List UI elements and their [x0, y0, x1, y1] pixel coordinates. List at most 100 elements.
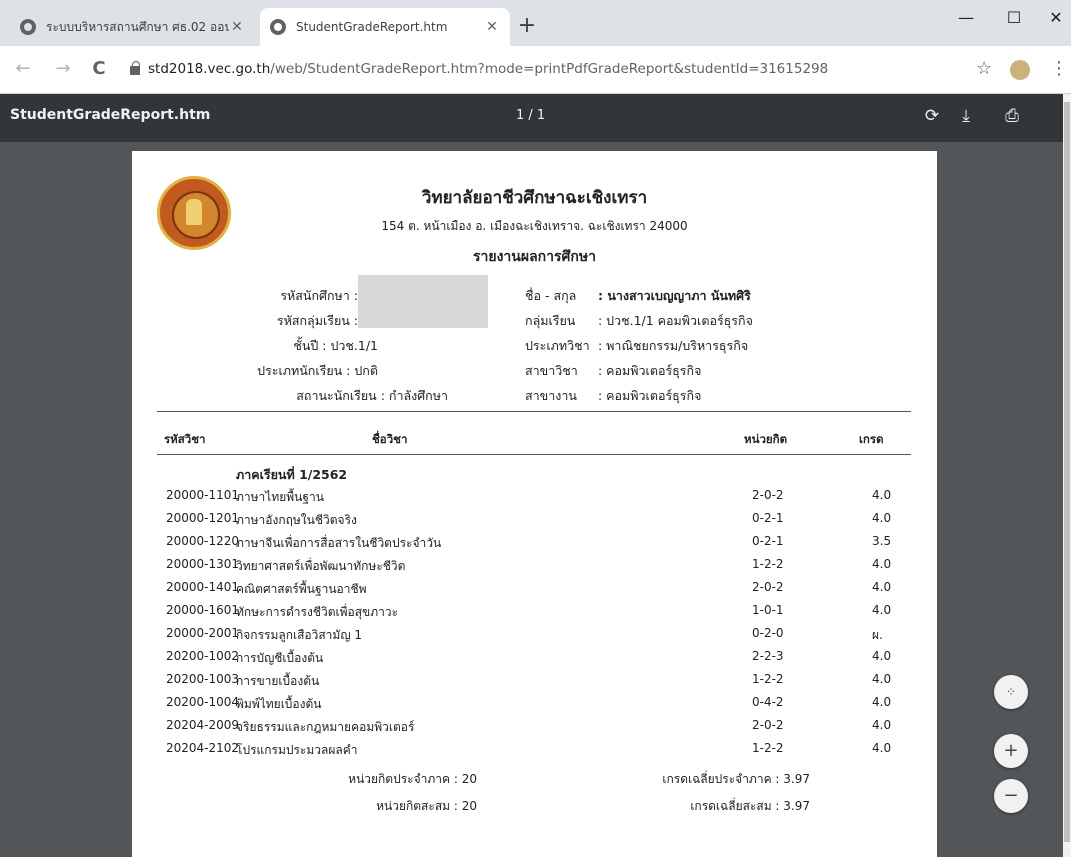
- tab-strip: ระบบบริหารสถานศึกษา ศธ.02 ออนไลน์ ✕ Stud…: [0, 0, 1071, 46]
- table-header-rule: [157, 454, 911, 455]
- fit-to-page-button[interactable]: ⁘: [994, 675, 1028, 709]
- course-grade: ผ.: [872, 628, 883, 642]
- course-name: วิทยาศาสตร์เพื่อพัฒนาทักษะชีวิต: [236, 559, 406, 573]
- table-row: 20000-1301 วิทยาศาสตร์เพื่อพัฒนาทักษะชีวิ…: [132, 557, 937, 578]
- extension-icon[interactable]: [1010, 60, 1030, 80]
- close-tab-icon[interactable]: ✕: [484, 19, 500, 35]
- course-credit: 2-0-2: [752, 488, 784, 502]
- course-name: ภาษาอังกฤษในชีวิตจริง: [236, 513, 357, 527]
- tab-title: ระบบบริหารสถานศึกษา ศธ.02 ออนไลน์: [46, 19, 229, 34]
- specialty-value: : คอมพิวเตอร์ธุรกิจ: [598, 388, 702, 403]
- college-name: วิทยาลัยอาชีวศึกษาฉะเชิงเทรา: [421, 188, 648, 208]
- pdf-toolbar: StudentGradeReport.htm 1 / 1 ⟳ ⤓ ⎙: [0, 94, 1063, 142]
- tab-grade-report[interactable]: StudentGradeReport.htm ✕: [260, 8, 510, 46]
- close-window-button[interactable]: ✕: [1036, 8, 1071, 27]
- url-path: /web/StudentGradeReport.htm?mode=printPd…: [270, 61, 829, 77]
- course-code: 20000-1601: [166, 603, 240, 617]
- new-tab-button[interactable]: +: [515, 14, 539, 38]
- table-row: 20000-1101 ภาษาไทยพื้นฐาน 2-0-2 4.0: [132, 488, 937, 509]
- header-code: รหัสวิชา: [164, 432, 206, 446]
- table-row: 20000-2001 กิจกรรมลูกเสือวิสามัญ 1 0-2-0 ผ.: [132, 626, 937, 647]
- level-label: ชั้นปี : ปวช.1/1: [293, 338, 378, 353]
- back-button[interactable]: ←: [12, 58, 34, 80]
- tab-title: StudentGradeReport.htm: [296, 20, 448, 34]
- table-row: 20204-2102 โปรแกรมประมวลผลคำ 1-2-2 4.0: [132, 741, 937, 762]
- table-top-rule: [157, 411, 911, 412]
- course-name: ภาษาไทยพื้นฐาน: [236, 490, 324, 504]
- table-row: 20000-1601 ทักษะการดำรงชีวิตเพื่อสุขภาวะ 1…: [132, 603, 937, 624]
- course-code: 20200-1002: [166, 649, 240, 663]
- course-credit: 1-0-1: [752, 603, 784, 617]
- table-row: 20200-1003 การขายเบื้องต้น 1-2-2 4.0: [132, 672, 937, 693]
- report-title: รายงานผลการศึกษา: [473, 249, 596, 265]
- course-grade: 4.0: [872, 488, 892, 502]
- table-row: 20200-1002 การบัญชีเบื้องต้น 2-2-3 4.0: [132, 649, 937, 670]
- course-credit: 2-0-2: [752, 580, 784, 594]
- course-name: การขายเบื้องต้น: [236, 674, 320, 688]
- scrollbar[interactable]: [1063, 94, 1071, 857]
- table-row: 20204-2009 จริยธรรมและกฎหมายคอมพิวเตอร์ 2-…: [132, 718, 937, 739]
- specialty-label: สาขางาน: [525, 388, 577, 403]
- course-code: 20200-1003: [166, 672, 240, 686]
- lock-icon[interactable]: [130, 61, 140, 75]
- course-credit: 2-0-2: [752, 718, 784, 732]
- student-id-label: รหัสนักศึกษา :: [280, 288, 358, 303]
- course-grade: 4.0: [872, 557, 892, 571]
- header-credit: หน่วยกิต: [744, 432, 788, 446]
- course-grade: 4.0: [872, 603, 892, 617]
- address-bar[interactable]: std2018.vec.go.th/web/StudentGradeReport…: [148, 61, 828, 77]
- close-tab-icon[interactable]: ✕: [229, 19, 245, 35]
- print-icon[interactable]: ⎙: [1000, 106, 1024, 126]
- semester-heading: ภาคเรียนที่ 1/2562: [236, 467, 348, 482]
- field-type-value: : พาณิชยกรรม/บริหารธุรกิจ: [598, 338, 749, 353]
- course-name: จริยธรรมและกฎหมายคอมพิวเตอร์: [236, 720, 415, 734]
- tab-school-system[interactable]: ระบบบริหารสถานศึกษา ศธ.02 ออนไลน์ ✕: [10, 8, 255, 46]
- pdf-title: StudentGradeReport.htm: [10, 107, 211, 123]
- cumulative-credits: หน่วยกิตสะสม : 20: [376, 799, 477, 813]
- globe-icon: [270, 19, 286, 35]
- pdf-page: วิทยาลัยอาชีวศึกษาฉะเชิงเทรา 154 ต. หน้า…: [132, 151, 937, 857]
- term-gpa: เกรดเฉลี่ยประจำภาค : 3.97: [662, 772, 810, 786]
- course-code: 20204-2102: [166, 741, 240, 755]
- page-indicator: 1 / 1: [516, 108, 546, 123]
- cumulative-gpa: เกรดเฉลี่ยสะสม : 3.97: [690, 799, 810, 813]
- redacted-block: [358, 275, 488, 328]
- course-credit: 1-2-2: [752, 672, 784, 686]
- name-label: ชื่อ - สกุล: [525, 288, 577, 303]
- course-grade: 4.0: [872, 672, 892, 686]
- table-row: 20000-1220 ภาษาจีนเพื่อการสื่อสารในชีวิตป…: [132, 534, 937, 555]
- bookmark-star-icon[interactable]: ☆: [976, 58, 992, 79]
- group-label: กลุ่มเรียน: [525, 313, 576, 328]
- student-status-label: สถานะนักเรียน : กำลังศึกษา: [296, 388, 448, 403]
- reload-button[interactable]: C: [88, 58, 110, 80]
- globe-icon: [20, 19, 36, 35]
- table-row: 20000-1201 ภาษาอังกฤษในชีวิตจริง 0-2-1 4.0: [132, 511, 937, 532]
- course-grade: 4.0: [872, 718, 892, 732]
- course-code: 20000-1220: [166, 534, 240, 548]
- download-icon[interactable]: ⤓: [954, 106, 978, 126]
- maximize-button[interactable]: ☐: [994, 8, 1034, 27]
- course-code: 20000-1401: [166, 580, 240, 594]
- course-grade: 4.0: [872, 695, 892, 709]
- course-code: 20000-2001: [166, 626, 240, 640]
- table-row: 20000-1401 คณิตศาสตร์พื้นฐานอาชีพ 2-0-2 4.0: [132, 580, 937, 601]
- name-value: : นางสาวเบญญาภา นันทศิริ: [598, 288, 751, 303]
- browser-menu-icon[interactable]: ⋮: [1050, 58, 1068, 79]
- course-name: ภาษาจีนเพื่อการสื่อสารในชีวิตประจำวัน: [236, 536, 442, 550]
- term-credits: หน่วยกิตประจำภาค : 20: [348, 772, 477, 786]
- browser-toolbar: ← → C std2018.vec.go.th/web/StudentGrade…: [0, 46, 1071, 94]
- major-value: : คอมพิวเตอร์ธุรกิจ: [598, 363, 702, 378]
- college-address: 154 ต. หน้าเมือง อ. เมืองฉะเชิงเทราจ. ฉะ…: [381, 219, 688, 233]
- course-name: ทักษะการดำรงชีวิตเพื่อสุขภาวะ: [236, 605, 399, 619]
- zoom-out-button[interactable]: −: [994, 779, 1028, 813]
- forward-button[interactable]: →: [52, 58, 74, 80]
- student-type-label: ประเภทนักเรียน : ปกติ: [257, 363, 378, 378]
- zoom-in-button[interactable]: +: [994, 734, 1028, 768]
- major-label: สาขาวิชา: [525, 363, 578, 378]
- rotate-icon[interactable]: ⟳: [920, 106, 944, 126]
- group-id-label: รหัสกลุ่มเรียน :: [276, 313, 358, 328]
- minimize-button[interactable]: —: [946, 8, 986, 27]
- course-credit: 0-4-2: [752, 695, 784, 709]
- course-grade: 3.5: [872, 534, 892, 548]
- scrollbar-thumb[interactable]: [1064, 102, 1070, 842]
